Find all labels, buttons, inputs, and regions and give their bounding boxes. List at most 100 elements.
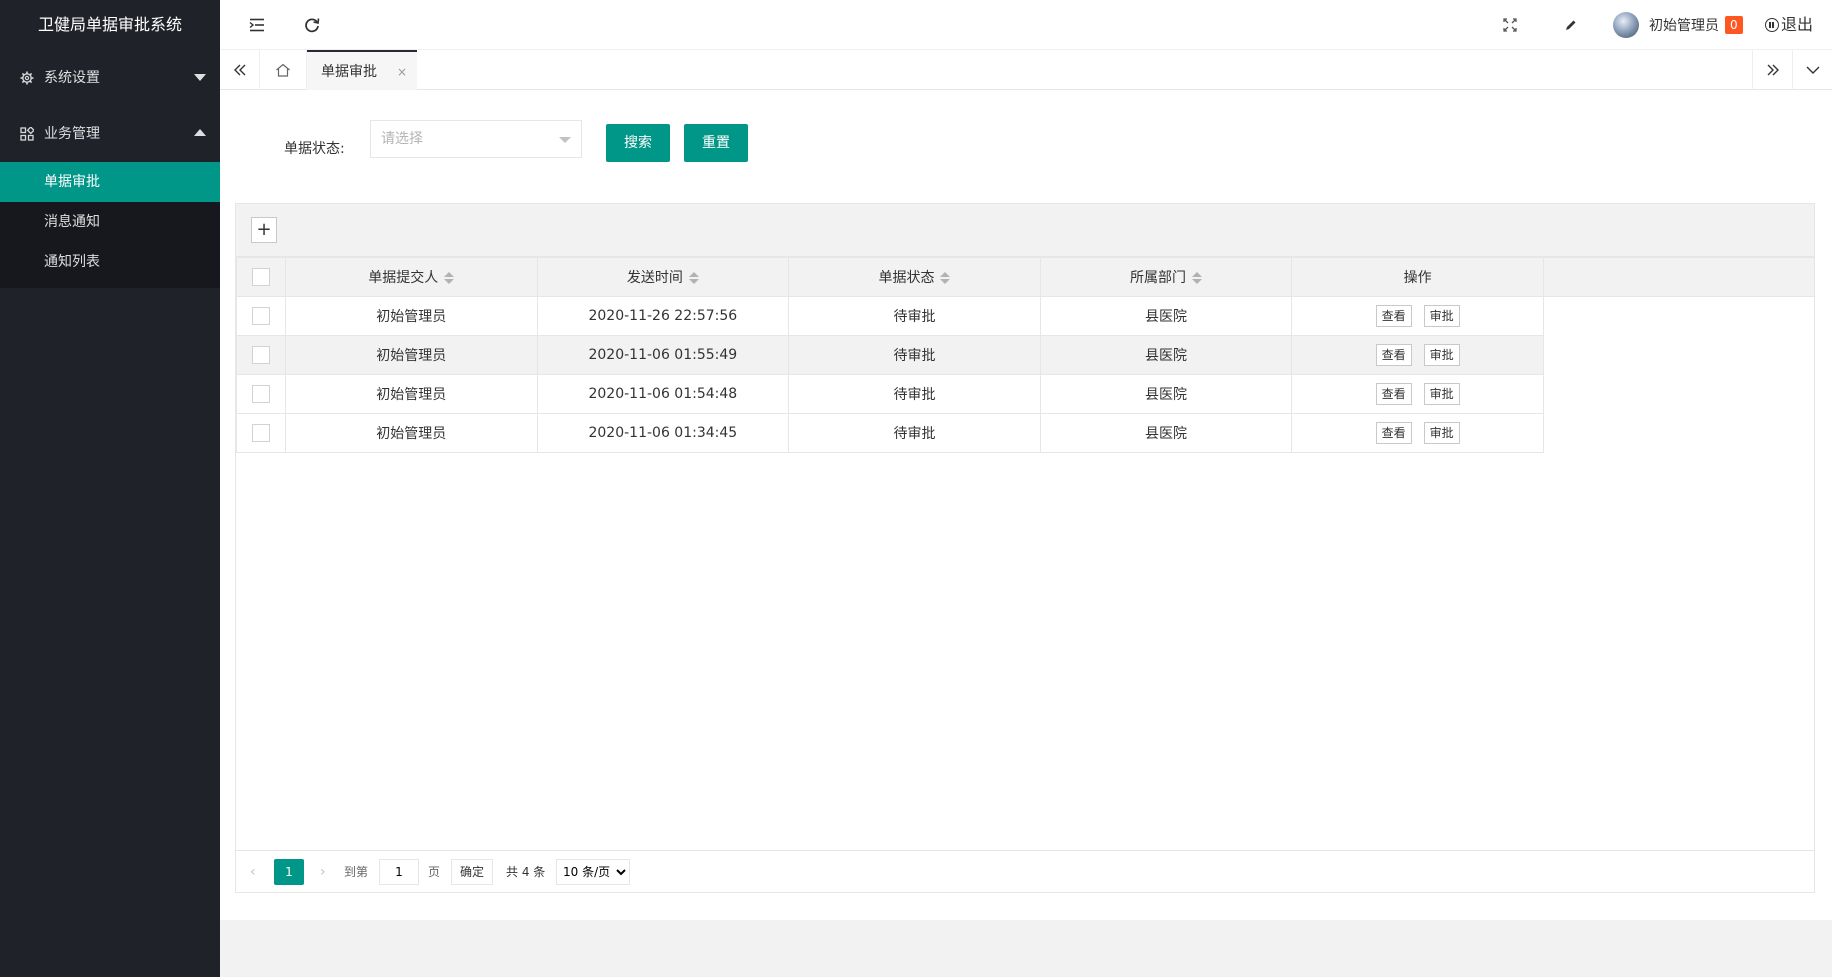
data-table: 单据提交人 发送时间 单据状态 所属部门 操作 初始管理员 2020-11-26… [236, 257, 1814, 453]
tabs-menu-chevron-down-icon[interactable] [1792, 50, 1832, 90]
view-button[interactable]: 查看 [1375, 305, 1412, 327]
app-title: 卫健局单据审批系统 [0, 0, 220, 50]
avatar [1613, 12, 1639, 38]
sort-icon[interactable] [688, 271, 699, 285]
add-button[interactable]: + [251, 217, 277, 243]
column-header-time[interactable]: 发送时间 [536, 257, 790, 297]
table-toolbar: + [236, 204, 1814, 257]
table-panel: + 单据提交人 发送时间 单据状态 所属部门 操作 初始管理员 2020-11-… [235, 203, 1815, 893]
close-icon[interactable]: × [397, 52, 407, 92]
cell-actions: 查看 审批 [1291, 374, 1544, 414]
view-button[interactable]: 查看 [1375, 422, 1412, 444]
view-button[interactable]: 查看 [1375, 344, 1412, 366]
sidebar: 卫健局单据审批系统 系统设置 业务管理 单据审批 消息通知 通知列表 [0, 0, 220, 977]
sidebar-menu-business[interactable]: 业务管理 [0, 106, 220, 162]
goto-label: 到第 [344, 865, 369, 879]
filler-cell [1543, 296, 1814, 336]
sidebar-item-message-notice[interactable]: 消息通知 [0, 202, 220, 242]
select-arrow-icon [559, 137, 571, 143]
view-button[interactable]: 查看 [1375, 383, 1412, 405]
filler-cell [1543, 374, 1814, 414]
home-icon[interactable] [260, 50, 307, 90]
row-checkbox[interactable] [251, 424, 270, 442]
approve-button[interactable]: 审批 [1423, 422, 1460, 444]
filler-cell [1543, 335, 1814, 375]
goto-confirm-button[interactable]: 确定 [451, 859, 494, 885]
sidebar-item-notice-list[interactable]: 通知列表 [0, 242, 220, 282]
cell-submitter: 初始管理员 [284, 296, 538, 336]
prev-page-icon[interactable]: ‹ [250, 861, 256, 883]
column-label: 单据提交人 [368, 270, 439, 286]
top-header: 初始管理员 0 退出 [220, 0, 1832, 50]
user-menu[interactable]: 初始管理员 0 [1613, 12, 1743, 38]
menu-collapse-icon[interactable] [237, 0, 277, 50]
approve-button[interactable]: 审批 [1423, 383, 1460, 405]
fullscreen-icon[interactable] [1490, 0, 1530, 50]
tabs-scroll-right-icon[interactable] [1752, 50, 1792, 90]
footer-area [220, 920, 1832, 977]
sort-icon[interactable] [1192, 271, 1203, 285]
cell-actions: 查看 审批 [1291, 335, 1544, 375]
table-row: 初始管理员 2020-11-06 01:54:48 待审批 县医院 查看 审批 [236, 374, 1814, 414]
apps-icon [20, 106, 35, 162]
user-name: 初始管理员 [1649, 18, 1719, 34]
cell-dept: 县医院 [1039, 335, 1293, 375]
sidebar-submenu: 单据审批 消息通知 通知列表 [0, 162, 220, 288]
row-checkbox[interactable] [251, 307, 270, 325]
column-header-filler [1542, 257, 1814, 297]
next-page-icon[interactable]: › [320, 861, 326, 883]
sort-icon[interactable] [444, 271, 455, 285]
column-label: 单据状态 [878, 270, 935, 286]
logout-label: 退出 [1781, 15, 1814, 34]
column-label: 所属部门 [1130, 270, 1187, 286]
cell-submitter: 初始管理员 [284, 374, 538, 414]
total-count: 共 4 条 [506, 865, 546, 879]
select-all-checkbox[interactable] [251, 268, 270, 286]
search-button[interactable]: 搜索 [606, 124, 670, 162]
filler-cell [1543, 413, 1814, 453]
cell-status: 待审批 [788, 296, 1041, 336]
pause-circle-icon [1765, 18, 1779, 32]
tab-bill-approval[interactable]: 单据审批 × [307, 50, 417, 90]
cell-dept: 县医院 [1039, 374, 1293, 414]
refresh-icon[interactable] [292, 0, 332, 50]
row-checkbox[interactable] [251, 346, 270, 364]
edit-pen-icon[interactable] [1550, 0, 1590, 50]
select-all-cell [236, 257, 286, 297]
goto-page-input[interactable] [379, 859, 419, 885]
current-page-button[interactable]: 1 [274, 859, 304, 885]
status-filter-label: 单据状态: [284, 141, 345, 157]
table-row: 初始管理员 2020-11-26 22:57:56 待审批 县医院 查看 审批 [236, 296, 1814, 336]
sidebar-item-bill-approval[interactable]: 单据审批 [0, 162, 220, 202]
column-header-submitter[interactable]: 单据提交人 [284, 257, 538, 297]
cell-actions: 查看 审批 [1291, 296, 1544, 336]
status-select-input[interactable] [371, 121, 551, 157]
column-label: 发送时间 [626, 270, 683, 286]
tabs-scroll-left-icon[interactable] [220, 50, 260, 90]
cell-submitter: 初始管理员 [284, 335, 538, 375]
sidebar-menu-label: 业务管理 [44, 126, 100, 142]
table-header-row: 单据提交人 发送时间 单据状态 所属部门 操作 [236, 257, 1814, 297]
approve-button[interactable]: 审批 [1423, 305, 1460, 327]
cell-time: 2020-11-06 01:34:45 [536, 413, 790, 453]
column-header-actions: 操作 [1291, 257, 1544, 297]
sort-icon[interactable] [940, 271, 951, 285]
row-checkbox[interactable] [251, 385, 270, 403]
approve-button[interactable]: 审批 [1423, 344, 1460, 366]
column-header-status[interactable]: 单据状态 [788, 257, 1041, 297]
cell-actions: 查看 审批 [1291, 413, 1544, 453]
status-select[interactable] [370, 120, 582, 158]
cell-time: 2020-11-26 22:57:56 [536, 296, 790, 336]
logout-button[interactable]: 退出 [1765, 0, 1813, 50]
page-unit-label: 页 [428, 865, 441, 879]
column-header-dept[interactable]: 所属部门 [1039, 257, 1293, 297]
tab-label: 单据审批 [321, 64, 377, 80]
cell-time: 2020-11-06 01:54:48 [536, 374, 790, 414]
chevron-down-icon [194, 74, 206, 81]
gear-icon [20, 50, 34, 106]
cell-status: 待审批 [788, 413, 1041, 453]
column-label: 操作 [1403, 270, 1432, 286]
sidebar-menu-system-settings[interactable]: 系统设置 [0, 50, 220, 106]
reset-button[interactable]: 重置 [684, 124, 748, 162]
page-size-select[interactable]: 10 条/页 [556, 859, 630, 885]
